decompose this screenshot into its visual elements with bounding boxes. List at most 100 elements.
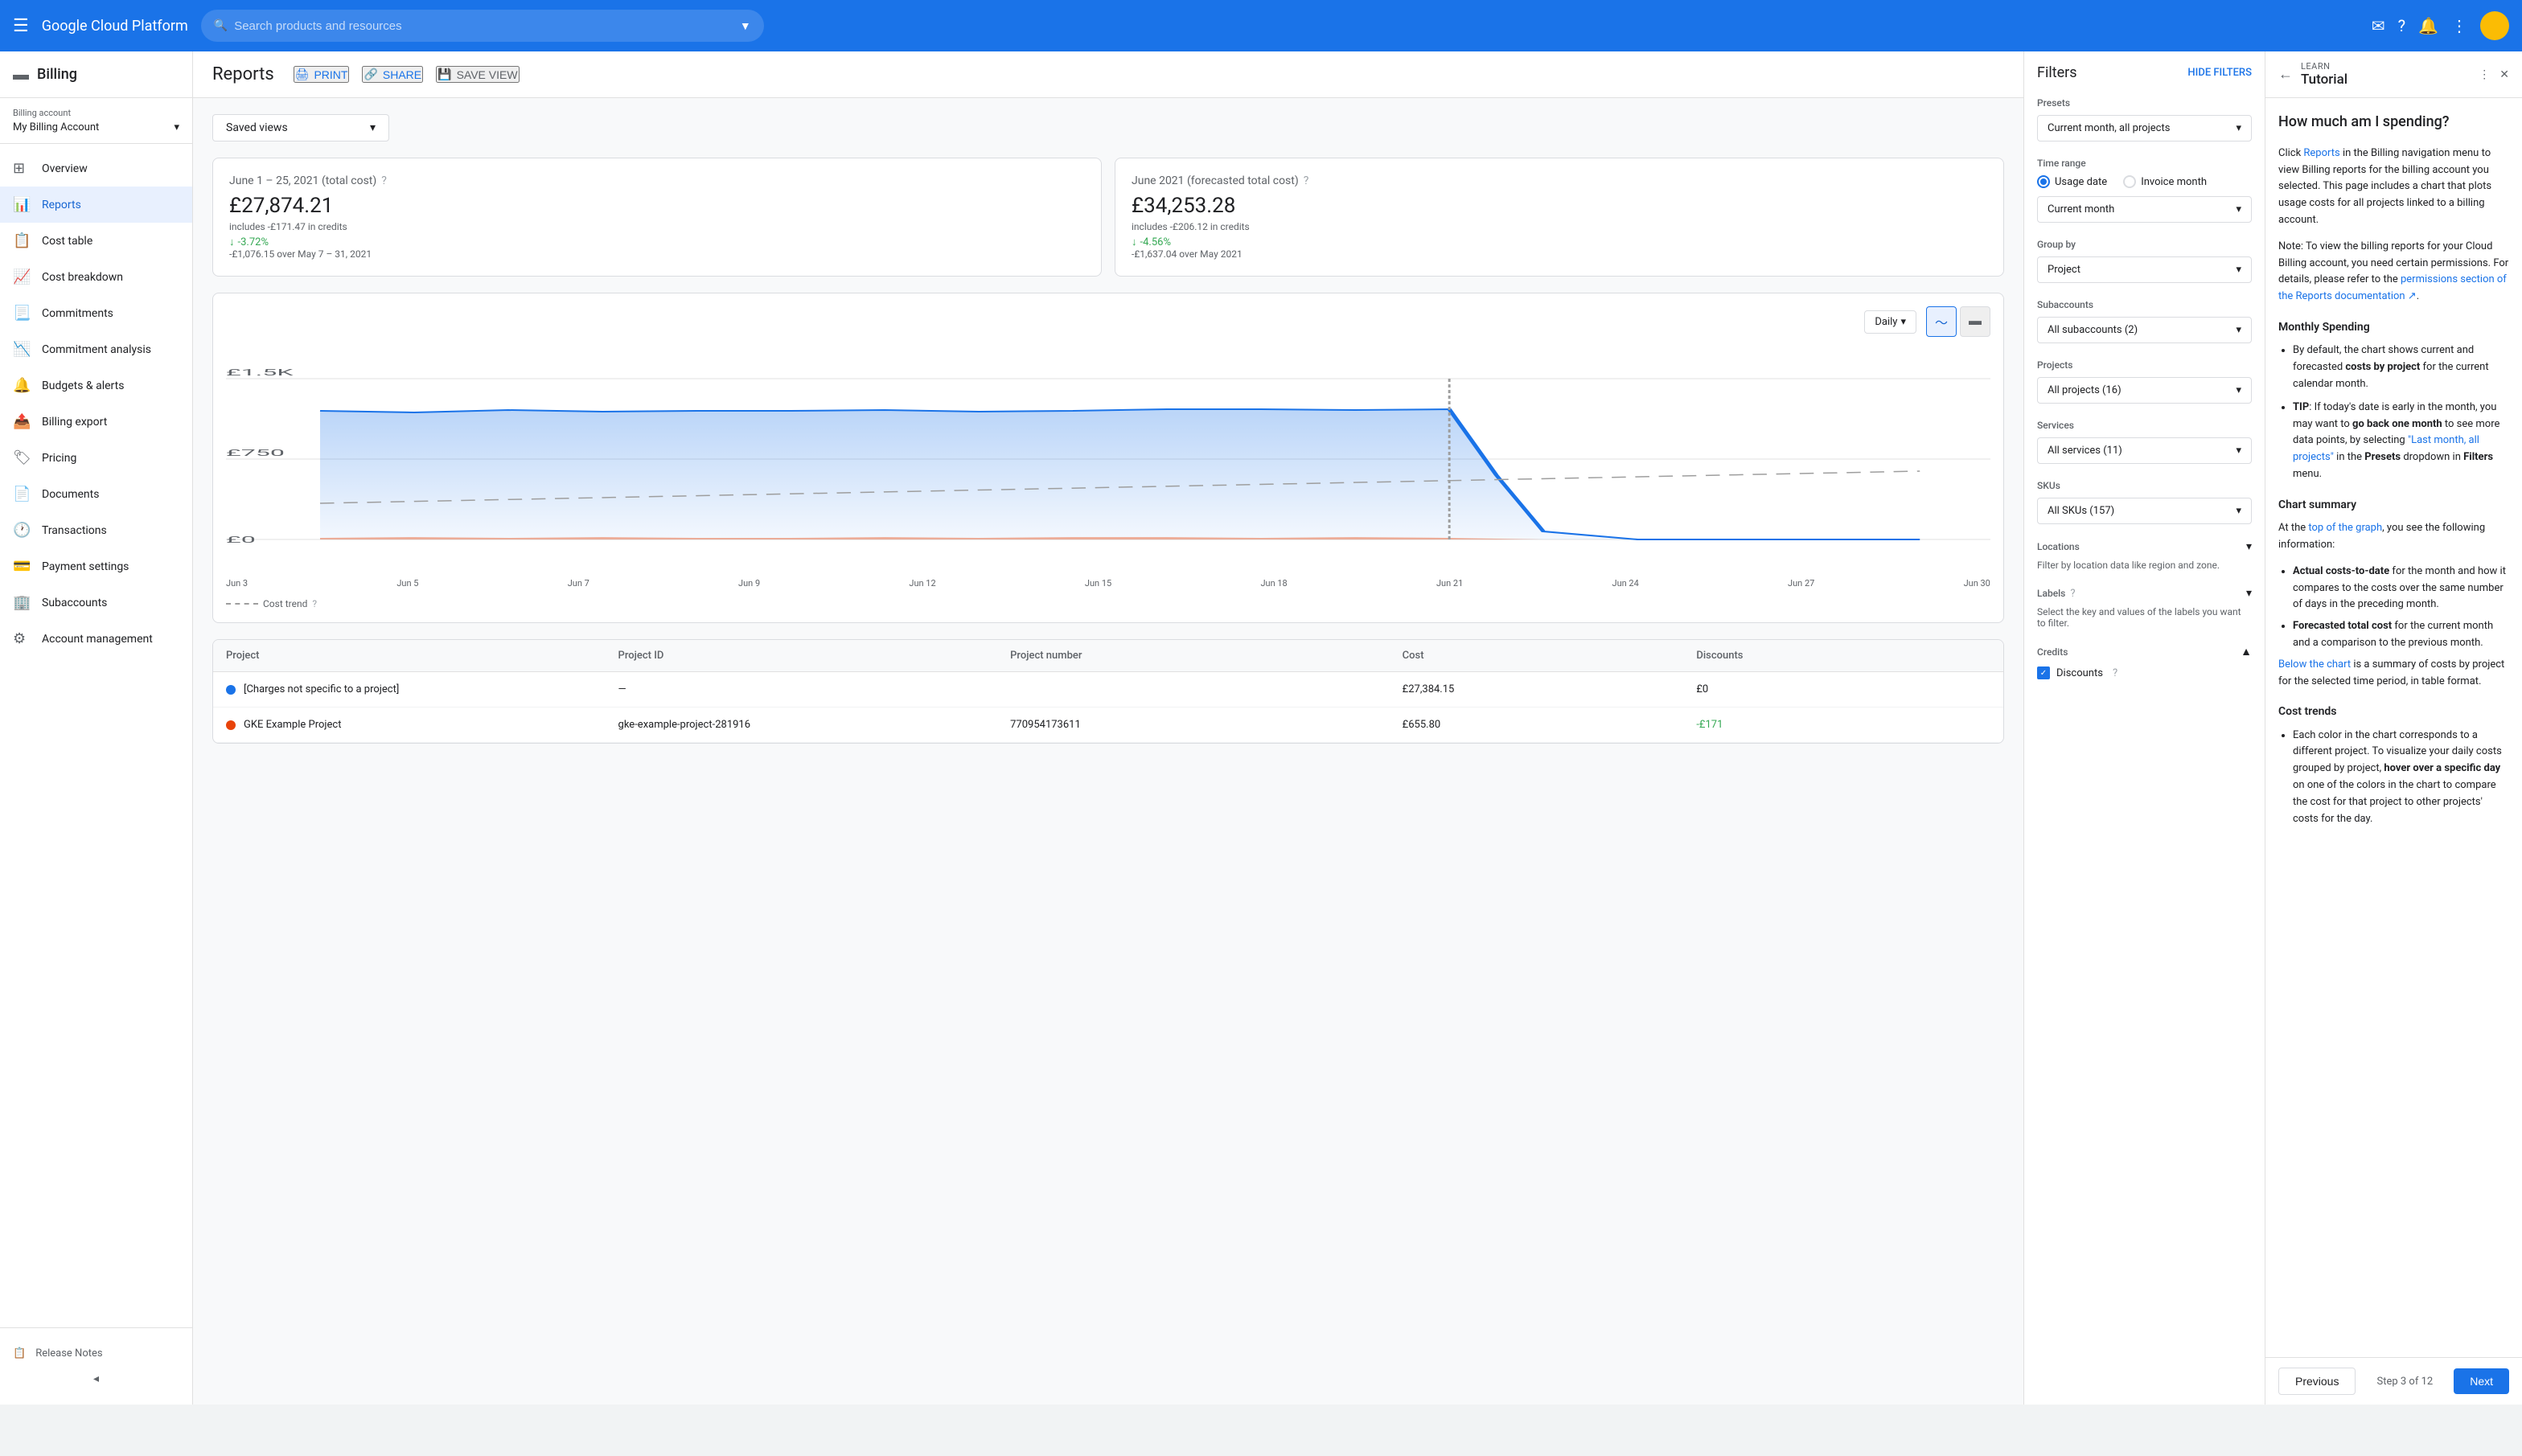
services-dropdown[interactable]: All services (11) ▾: [2037, 437, 2252, 464]
sidebar-item-documents[interactable]: 📄 Documents: [0, 476, 192, 512]
invoice-month-circle: [2123, 175, 2136, 188]
presets-dropdown[interactable]: Current month, all projects ▾: [2037, 115, 2252, 141]
tutorial-prev-button[interactable]: Previous: [2278, 1368, 2356, 1395]
sidebar-item-payment-settings[interactable]: 💳 Payment settings: [0, 548, 192, 584]
nav-logo: Google Cloud Platform: [42, 18, 188, 35]
saved-views-dropdown[interactable]: Saved views ▾: [212, 114, 389, 141]
labels-header[interactable]: Labels ? ▾: [2037, 587, 2252, 600]
sidebar-item-transactions[interactable]: 🕐 Transactions: [0, 512, 192, 548]
time-range-options: Usage date Invoice month: [2037, 175, 2252, 188]
subaccounts-section: Subaccounts All subaccounts (2) ▾: [2037, 299, 2252, 343]
pricing-icon: 🏷: [13, 449, 29, 466]
sidebar-item-label: Commitments: [42, 307, 113, 320]
sidebar-item-reports[interactable]: 📊 Reports: [0, 187, 192, 223]
sidebar-item-account-management[interactable]: ⚙ Account management: [0, 621, 192, 657]
sidebar-item-cost-table[interactable]: 📋 Cost table: [0, 223, 192, 259]
line-chart-btn[interactable]: 〜: [1926, 306, 1957, 337]
group-by-dropdown[interactable]: Project ▾: [2037, 256, 2252, 283]
project-cell-0: [Charges not specific to a project]: [226, 683, 618, 695]
cost-trend-text: Cost trend: [263, 598, 307, 609]
cost-table-icon: 📋: [13, 232, 29, 249]
more-icon[interactable]: ⋮: [2451, 16, 2467, 35]
x-label-1: Jun 5: [396, 578, 418, 589]
help-icon-forecast[interactable]: ?: [1304, 174, 1309, 187]
current-month-dropdown[interactable]: Current month ▾: [2037, 196, 2252, 223]
col-project-number: Project number: [1010, 650, 1403, 662]
billing-account-selector[interactable]: My Billing Account ▾: [13, 121, 179, 133]
tutorial-next-button[interactable]: Next: [2454, 1368, 2509, 1394]
daily-dropdown[interactable]: Daily ▾: [1864, 310, 1916, 334]
projects-section: Projects All projects (16) ▾: [2037, 359, 2252, 404]
projects-chevron: ▾: [2236, 384, 2241, 396]
bell-icon[interactable]: 🔔: [2418, 16, 2438, 35]
current-month-chevron: ▾: [2236, 203, 2241, 215]
avatar[interactable]: [2480, 11, 2509, 40]
search-input[interactable]: [234, 19, 733, 33]
account-management-icon: ⚙: [13, 630, 29, 647]
tutorial-footer: Previous Step 3 of 12 Next: [2265, 1357, 2522, 1405]
presets-section: Presets Current month, all projects ▾: [2037, 97, 2252, 141]
top-of-graph-link[interactable]: top of the graph: [2308, 522, 2382, 534]
subaccounts-dropdown[interactable]: All subaccounts (2) ▾: [2037, 317, 2252, 343]
sidebar-item-commitment-analysis[interactable]: 📉 Commitment analysis: [0, 331, 192, 367]
print-button[interactable]: 🖨 PRINT: [294, 66, 350, 83]
help-icon[interactable]: ?: [2398, 16, 2405, 35]
sidebar-item-label: Account management: [42, 633, 153, 646]
project-cost-1: £655.80: [1403, 719, 1697, 731]
projects-value: All projects (16): [2048, 384, 2122, 396]
tutorial-chart-sub-list: Actual costs-to-date for the month and h…: [2278, 564, 2509, 652]
services-section: Services All services (11) ▾: [2037, 420, 2252, 464]
skus-label: SKUs: [2037, 480, 2252, 491]
sidebar-item-release-notes[interactable]: 📋 Release Notes: [13, 1341, 179, 1366]
sidebar-collapse-btn[interactable]: ◂: [13, 1366, 179, 1392]
commitments-icon: 📃: [13, 305, 29, 322]
labels-help-icon[interactable]: ?: [2070, 588, 2075, 600]
search-chevron-icon[interactable]: ▼: [740, 19, 751, 33]
below-chart-link[interactable]: Below the chart: [2278, 658, 2351, 671]
subaccounts-label: Subaccounts: [2037, 299, 2252, 310]
tutorial-more-icon[interactable]: ⋮: [2479, 68, 2490, 81]
invoice-month-radio[interactable]: Invoice month: [2123, 175, 2207, 188]
discounts-help-icon[interactable]: ?: [2113, 667, 2117, 679]
tutorial-close-icon[interactable]: ✕: [2499, 68, 2509, 81]
save-view-button[interactable]: 💾 SAVE VIEW: [436, 66, 519, 83]
cost-trend-help[interactable]: ?: [312, 598, 317, 609]
tutorial-step-label: Step 3 of 12: [2376, 1376, 2433, 1388]
sidebar-item-budgets-alerts[interactable]: 🔔 Budgets & alerts: [0, 367, 192, 404]
sidebar-item-label: Pricing: [42, 452, 76, 465]
x-label-5: Jun 15: [1085, 578, 1111, 589]
usage-date-radio[interactable]: Usage date: [2037, 175, 2107, 188]
group-by-label: Group by: [2037, 239, 2252, 250]
cost-trend-label: Cost trend ?: [226, 598, 1990, 609]
project-id-0: —: [618, 683, 1011, 695]
group-by-chevron: ▾: [2236, 264, 2241, 276]
sidebar-item-overview[interactable]: ⊞ Overview: [0, 150, 192, 187]
invoice-month-label: Invoice month: [2141, 176, 2207, 188]
skus-dropdown[interactable]: All SKUs (157) ▾: [2037, 498, 2252, 524]
sidebar-item-commitments[interactable]: 📃 Commitments: [0, 295, 192, 331]
tutorial-back-icon[interactable]: ←: [2278, 66, 2293, 83]
tutorial-monthly-list: By default, the chart shows current and …: [2278, 342, 2509, 482]
sidebar-item-billing-export[interactable]: 📤 Billing export: [0, 404, 192, 440]
sidebar-item-pricing[interactable]: 🏷 Pricing: [0, 440, 192, 476]
credits-header[interactable]: Credits ▲: [2037, 645, 2252, 658]
hide-filters-button[interactable]: HIDE FILTERS: [2187, 67, 2252, 79]
permissions-link[interactable]: permissions section of the Reports docum…: [2278, 273, 2507, 302]
email-icon[interactable]: ✉: [2372, 16, 2385, 35]
sidebar-item-cost-breakdown[interactable]: 📈 Cost breakdown: [0, 259, 192, 295]
summary-card-title-actual: June 1 – 25, 2021 (total cost) ?: [229, 174, 1085, 187]
reports-link[interactable]: Reports: [2303, 147, 2339, 159]
locations-header[interactable]: Locations ▾: [2037, 540, 2252, 553]
projects-dropdown[interactable]: All projects (16) ▾: [2037, 377, 2252, 404]
help-icon-actual[interactable]: ?: [381, 174, 387, 187]
tutorial-para-0: Click Reports in the Billing navigation …: [2278, 146, 2509, 229]
print-icon: 🖨: [295, 68, 310, 81]
sidebar-item-subaccounts[interactable]: 🏢 Subaccounts: [0, 584, 192, 621]
group-by-value: Project: [2048, 264, 2080, 276]
discounts-checkbox[interactable]: ✓ Discounts ?: [2037, 666, 2252, 679]
summary-credits-forecast: includes -£206.12 in credits: [1132, 221, 1987, 232]
hamburger-icon[interactable]: ☰: [13, 16, 29, 36]
bar-chart-btn[interactable]: ▬: [1960, 306, 1990, 337]
billing-account-section: Billing account My Billing Account ▾: [0, 98, 192, 144]
share-button[interactable]: 🔗 SHARE: [362, 66, 423, 83]
